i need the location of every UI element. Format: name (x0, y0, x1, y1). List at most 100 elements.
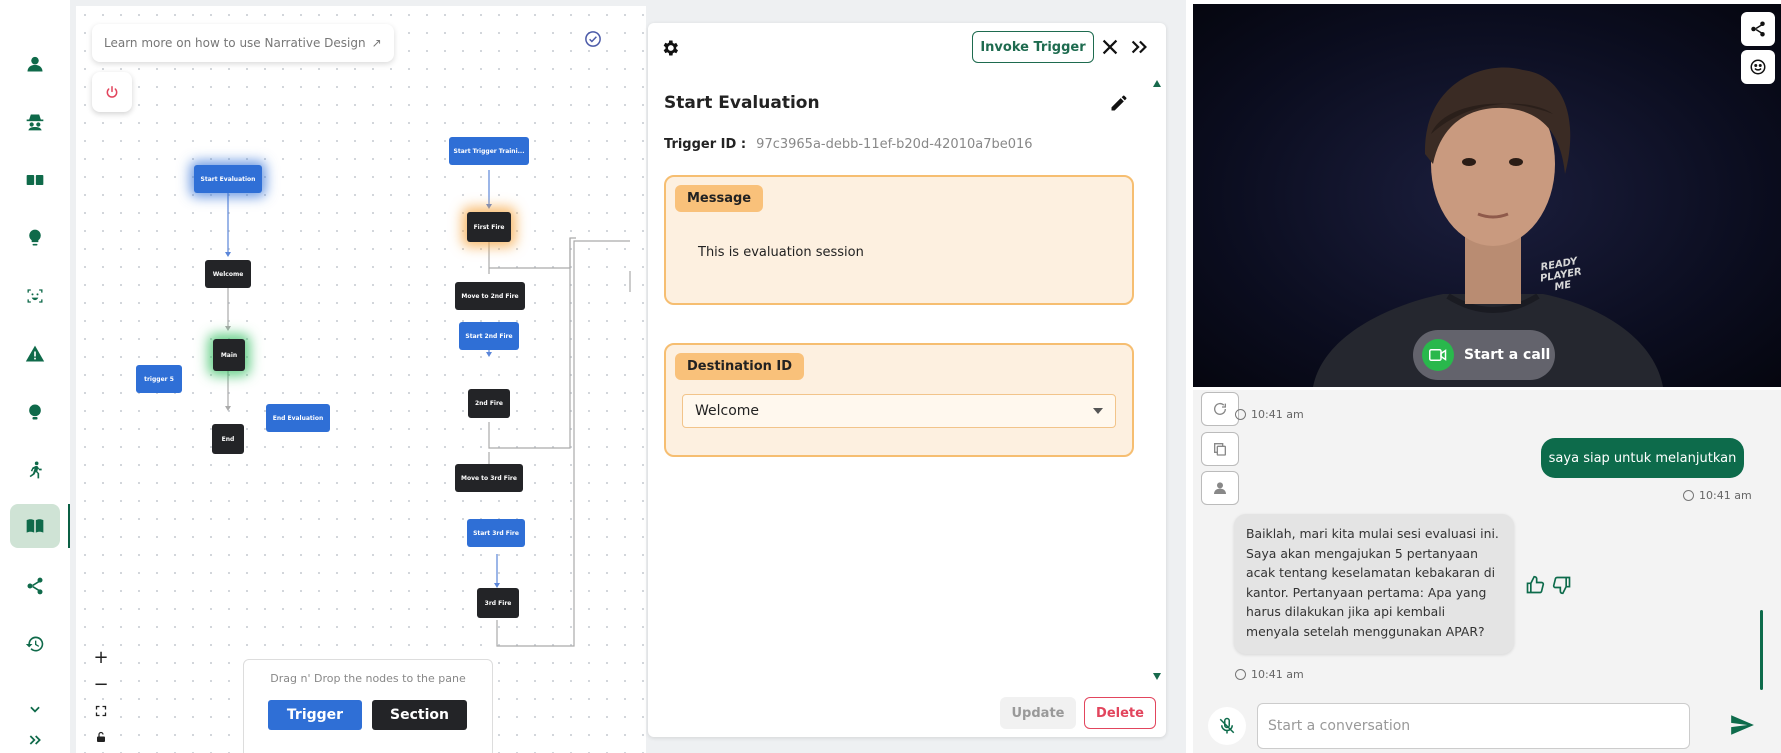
trigger-node[interactable]: Start Evaluation (194, 165, 262, 193)
fit-view-button[interactable] (90, 700, 112, 722)
chat-scrollbar[interactable] (1760, 610, 1763, 690)
narrative-design-nav-button[interactable] (10, 504, 70, 548)
caret-down-icon (1093, 408, 1103, 414)
trigger-id-label: Trigger ID : (664, 137, 747, 152)
face-scan-icon (27, 289, 43, 303)
lightbulb-icon (29, 229, 41, 246)
zoom-in-button[interactable]: + (90, 646, 112, 668)
help-nav-button[interactable] (10, 390, 60, 434)
lock-icon (97, 731, 105, 742)
double-chevron-right-icon[interactable] (1128, 36, 1150, 58)
face-scan-nav-button[interactable] (10, 274, 60, 318)
video-camera-icon (1422, 339, 1454, 371)
emoji-button[interactable] (1741, 50, 1775, 84)
mute-mic-button[interactable] (1208, 707, 1246, 745)
message-label: Message (675, 185, 764, 212)
section-node[interactable]: 2nd Fire (468, 389, 510, 418)
profile-nav-button[interactable] (10, 42, 60, 86)
share-nav-button[interactable] (10, 564, 60, 608)
gear-icon[interactable] (660, 38, 680, 58)
chat-area: 10:41 am saya siap untuk melanjutkan 10:… (1193, 390, 1781, 753)
user-message-bubble: saya siap untuk melanjutkan (1541, 438, 1744, 478)
double-chevron-right-icon (29, 735, 41, 745)
zoom-out-button[interactable]: − (90, 673, 112, 695)
destination-label: Destination ID (675, 353, 805, 380)
share-icon (27, 577, 43, 595)
timestamp: 10:41 am (1235, 408, 1304, 421)
drag-drop-panel: Drag n' Drop the nodes to the pane Trigg… (243, 659, 493, 753)
trigger-drag-button[interactable]: Trigger (268, 700, 362, 730)
knowledge-nav-button[interactable] (10, 216, 60, 260)
book-icon (26, 519, 44, 533)
delete-button[interactable]: Delete (1084, 697, 1156, 729)
agent-nav-button[interactable] (10, 100, 60, 144)
copy-icon (1214, 443, 1226, 456)
message-card: Message This is evaluation session (664, 175, 1134, 305)
history-nav-button[interactable] (10, 622, 60, 666)
section-node[interactable]: First Fire (467, 212, 511, 242)
section-drag-button[interactable]: Section (372, 700, 467, 730)
send-icon[interactable] (1729, 712, 1755, 738)
message-text[interactable]: This is evaluation session (698, 245, 864, 260)
fullscreen-icon (95, 705, 107, 717)
trigger-node[interactable]: End Evaluation (266, 404, 330, 432)
close-icon[interactable] (1099, 36, 1121, 58)
refresh-button[interactable] (1201, 392, 1239, 426)
section-node[interactable]: Welcome (205, 260, 251, 288)
safety-nav-button[interactable] (10, 332, 60, 376)
copy-button[interactable] (1201, 432, 1239, 466)
spy-icon (26, 114, 44, 131)
thumbs-down-icon[interactable] (1552, 575, 1572, 595)
share-button[interactable] (1741, 12, 1775, 46)
timestamp: 10:41 am (1235, 668, 1304, 681)
user-button[interactable] (1201, 471, 1239, 505)
trigger-node[interactable]: Start 3rd Fire (467, 519, 525, 547)
section-node[interactable]: Move to 2nd Fire (455, 282, 525, 310)
trigger-node[interactable]: Start Trigger Traini... (449, 137, 529, 165)
clock-icon (1235, 409, 1246, 420)
narrative-canvas[interactable]: Learn more on how to use Narrative Desig… (76, 6, 646, 753)
trigger-id-value: 97c3965a-debb-11ef-b20d-42010a7be016 (756, 137, 1033, 152)
translate-icon (26, 175, 44, 185)
mic-off-icon (1219, 717, 1235, 734)
chat-input[interactable] (1257, 703, 1690, 749)
timestamp-text: 10:41 am (1251, 408, 1304, 421)
section-node[interactable]: Move to 3rd Fire (455, 464, 523, 492)
help-bulb-icon (29, 404, 41, 420)
bot-message-bubble: Baiklah, mari kita mulai sesi evaluasi i… (1234, 514, 1514, 654)
thumbs-up-icon[interactable] (1525, 575, 1545, 595)
scroll-down-arrow[interactable] (1153, 673, 1161, 680)
chevron-down-icon (30, 706, 40, 713)
avatar-chat-pane: READY PLAYER ME Start a call 10:41 am sa… (1186, 0, 1781, 753)
emoji-icon (1750, 59, 1766, 75)
destination-card: Destination ID Welcome (664, 343, 1134, 457)
actions-nav-button[interactable] (10, 448, 60, 492)
history-icon (25, 636, 44, 652)
section-node[interactable]: End (212, 424, 244, 454)
start-call-button[interactable]: Start a call (1413, 330, 1555, 380)
start-call-label: Start a call (1464, 347, 1551, 363)
left-sidebar (0, 0, 70, 753)
timestamp-text: 10:41 am (1699, 489, 1752, 502)
collapse-down-button[interactable] (10, 694, 60, 724)
trigger-node[interactable]: Start 2nd Fire (459, 322, 519, 350)
expand-sidebar-button[interactable] (10, 728, 60, 752)
timestamp: 10:41 am (1683, 489, 1752, 502)
destination-select[interactable]: Welcome (682, 394, 1116, 428)
scroll-up-arrow[interactable] (1153, 80, 1161, 87)
lock-button[interactable] (90, 726, 112, 748)
drag-drop-hint: Drag n' Drop the nodes to the pane (270, 672, 466, 685)
invoke-trigger-button[interactable]: Invoke Trigger (972, 31, 1094, 63)
warning-icon (25, 345, 45, 362)
section-node[interactable]: 3rd Fire (477, 588, 519, 618)
destination-value: Welcome (695, 403, 760, 419)
person-icon (1214, 482, 1226, 494)
trigger-id-row: Trigger ID : 97c3965a-debb-11ef-b20d-420… (664, 137, 1033, 152)
section-node[interactable]: Main (213, 339, 245, 371)
pencil-icon[interactable] (1109, 93, 1129, 113)
update-button[interactable]: Update (1000, 697, 1076, 729)
trigger-node[interactable]: trigger 5 (136, 365, 182, 393)
language-nav-button[interactable] (10, 158, 60, 202)
timestamp-text: 10:41 am (1251, 668, 1304, 681)
clock-icon (1683, 490, 1694, 501)
